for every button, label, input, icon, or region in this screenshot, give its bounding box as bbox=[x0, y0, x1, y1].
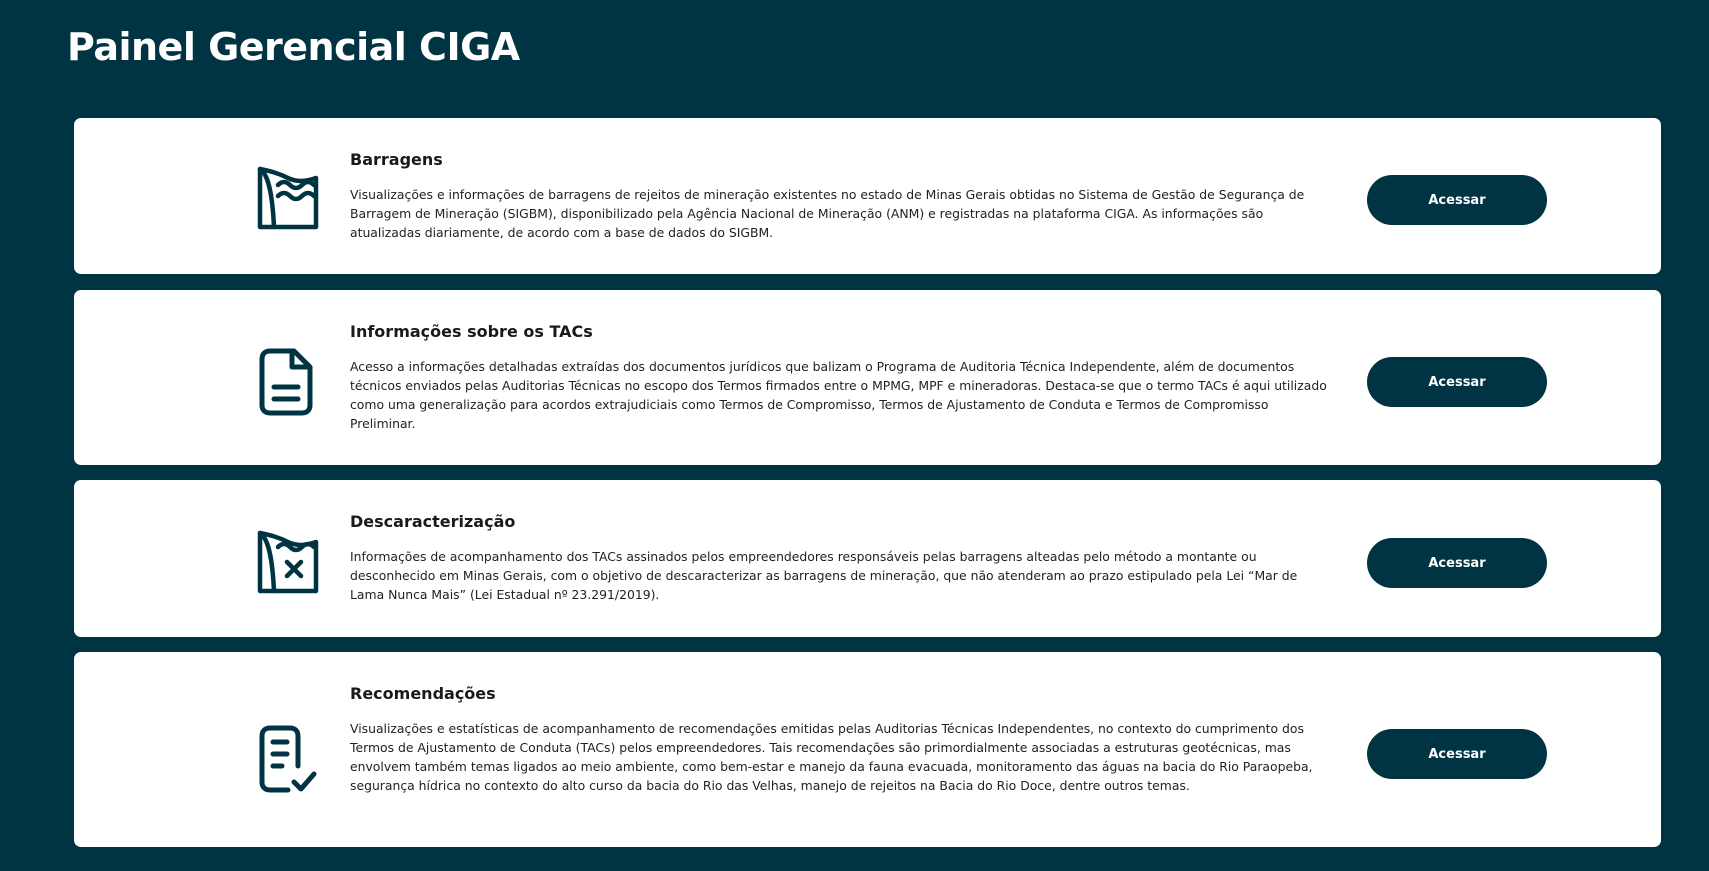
access-descaracterizacao-button[interactable]: Acessar bbox=[1367, 538, 1547, 588]
access-tacs-button[interactable]: Acessar bbox=[1367, 357, 1547, 407]
access-recomendacoes-button[interactable]: Acessar bbox=[1367, 729, 1547, 779]
card-title: Barragens bbox=[350, 150, 443, 169]
card-body: Barragens Visualizações e informações de… bbox=[350, 149, 1330, 242]
access-barragens-button[interactable]: Acessar bbox=[1367, 175, 1547, 225]
dam-decharacterization-icon bbox=[252, 525, 322, 595]
page-title: Painel Gerencial CIGA bbox=[67, 25, 520, 69]
card-title: Informações sobre os TACs bbox=[350, 322, 593, 341]
dam-icon bbox=[252, 161, 322, 231]
card-description: Visualizações e estatísticas de acompanh… bbox=[350, 721, 1313, 793]
card-body: Informações sobre os TACs Acesso a infor… bbox=[350, 321, 1330, 433]
card-body: Recomendações Visualizações e estatístic… bbox=[350, 683, 1330, 795]
card-title: Descaracterização bbox=[350, 512, 516, 531]
card-tacs: Informações sobre os TACs Acesso a infor… bbox=[74, 290, 1661, 465]
card-description: Informações de acompanhamento dos TACs a… bbox=[350, 549, 1298, 602]
document-icon bbox=[252, 347, 322, 417]
card-body: Descaracterização Informações de acompan… bbox=[350, 511, 1330, 604]
card-recomendacoes: Recomendações Visualizações e estatístic… bbox=[74, 652, 1661, 847]
card-descaracterizacao: Descaracterização Informações de acompan… bbox=[74, 480, 1661, 637]
card-barragens: Barragens Visualizações e informações de… bbox=[74, 118, 1661, 274]
card-description: Visualizações e informações de barragens… bbox=[350, 187, 1305, 240]
card-title: Recomendações bbox=[350, 684, 496, 703]
checklist-icon bbox=[252, 724, 322, 794]
card-description: Acesso a informações detalhadas extraída… bbox=[350, 359, 1327, 431]
